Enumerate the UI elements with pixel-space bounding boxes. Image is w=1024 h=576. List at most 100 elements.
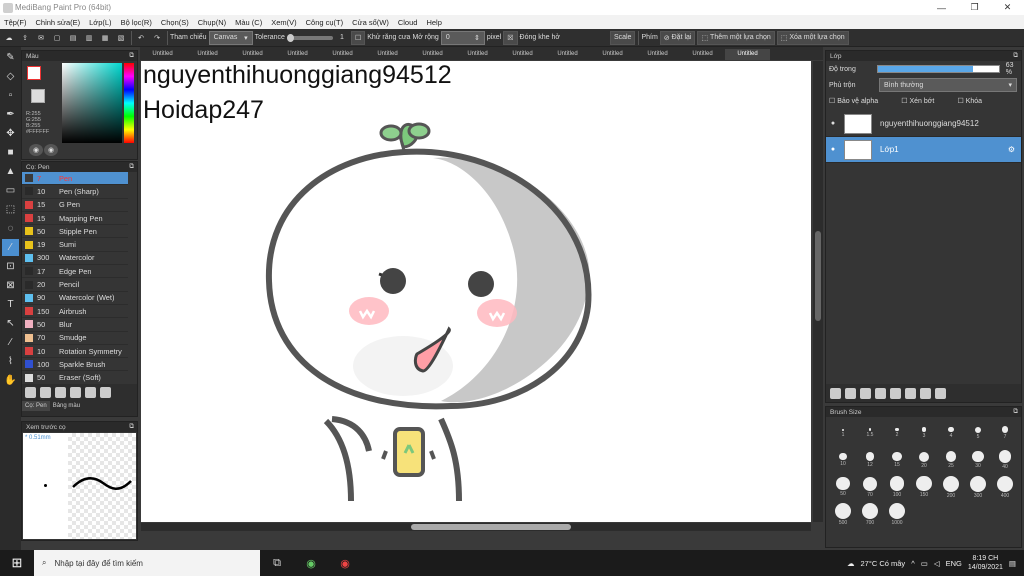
export-icon[interactable]: ▧ xyxy=(114,31,128,45)
brush-item[interactable]: 50 Stipple Pen xyxy=(22,225,128,239)
saturation-value-picker[interactable] xyxy=(62,63,122,143)
brush-size-option[interactable]: 150 xyxy=(911,475,937,499)
alpha-checkbox[interactable]: ☐ xyxy=(829,97,835,105)
brush-tool-icon[interactable]: ✎ xyxy=(2,49,19,66)
foreground-color[interactable] xyxy=(27,66,41,80)
brush-size-option[interactable]: 700 xyxy=(857,502,883,526)
document-tab[interactable]: Untitled xyxy=(185,49,230,60)
brush-size-option[interactable]: 200 xyxy=(938,475,964,499)
magic-wand-tool-icon[interactable]: ⁄ xyxy=(2,239,19,256)
eraser-tool-icon[interactable]: ◇ xyxy=(2,68,19,85)
network-icon[interactable]: ▭ xyxy=(921,559,928,568)
brush-size-option[interactable]: 12 xyxy=(857,448,883,472)
brush-item[interactable]: 19 Sumi xyxy=(22,238,128,252)
redo-icon[interactable]: ↷ xyxy=(150,31,164,45)
brush-size-option[interactable]: 10 xyxy=(830,448,856,472)
taskbar-search[interactable]: ⌕ Nhập tại đây để tìm kiếm xyxy=(34,550,260,576)
brush-size-option[interactable]: 30 xyxy=(965,448,991,472)
brush-size-option[interactable]: 20 xyxy=(911,448,937,472)
brush-item[interactable]: 100 Sparkle Brush xyxy=(22,358,128,372)
select-pen-tool-icon[interactable]: ⊡ xyxy=(2,258,19,275)
merge-down-icon[interactable] xyxy=(905,387,916,399)
drawing-canvas[interactable]: nguyenthihuonggiang94512 Hoidap247 xyxy=(141,61,811,522)
weather-text[interactable]: 27°C Có mây xyxy=(861,559,906,568)
brush-size-option[interactable]: 25 xyxy=(938,448,964,472)
color-picker-icon[interactable]: ◉ xyxy=(29,144,43,156)
brush-size-option[interactable]: 40 xyxy=(992,448,1018,472)
visibility-icon[interactable]: ● xyxy=(826,120,840,127)
new-halftone-layer-icon[interactable] xyxy=(845,387,856,399)
gear-icon[interactable]: ⚙ xyxy=(1008,145,1015,154)
document-tab[interactable]: Untitled xyxy=(320,49,365,60)
brush-item[interactable]: 50 Eraser (Soft) xyxy=(22,371,128,385)
panel-close-icon[interactable]: ⧉ xyxy=(129,163,134,171)
task-view-icon[interactable]: ⧉ xyxy=(260,557,294,570)
select-tool-icon[interactable]: ⬚ xyxy=(2,201,19,218)
menu-help[interactable]: Help xyxy=(426,18,441,27)
add-selection-button[interactable]: ⬚ Thêm một lựa chọn xyxy=(697,30,775,45)
expand-input[interactable]: 0 ⇕ xyxy=(440,30,485,45)
dot-tool-icon[interactable]: ▫ xyxy=(2,87,19,104)
delete-layer-icon[interactable] xyxy=(935,387,946,399)
undo-icon[interactable]: ↶ xyxy=(134,31,148,45)
lock-checkbox[interactable]: ☐ xyxy=(957,97,963,105)
hue-slider[interactable] xyxy=(124,63,134,143)
close-gap-checkbox[interactable]: ☒ xyxy=(503,30,518,45)
maximize-button[interactable]: ❐ xyxy=(958,2,991,13)
menu-window[interactable]: Cửa sổ(W) xyxy=(352,18,389,27)
brush-item[interactable]: 150 Airbrush xyxy=(22,305,128,319)
layer-item[interactable]: ● nguyenthihuonggiang94512 xyxy=(826,111,1021,137)
layer-settings-icon[interactable] xyxy=(920,387,931,399)
menu-layer[interactable]: Lớp(L) xyxy=(89,18,111,27)
select-eraser-tool-icon[interactable]: ⊠ xyxy=(2,277,19,294)
lasso-tool-icon[interactable]: ◌ xyxy=(2,220,19,237)
color-palette-icon[interactable]: ◉ xyxy=(44,144,58,156)
brush-size-option[interactable]: 1.5 xyxy=(857,421,883,445)
text-tool-icon[interactable]: T xyxy=(2,296,19,313)
brush-item[interactable]: 20 Pencil xyxy=(22,278,128,292)
new-layer-icon[interactable] xyxy=(830,387,841,399)
save-as-icon[interactable]: ▦ xyxy=(98,31,112,45)
menu-cloud[interactable]: Cloud xyxy=(398,18,418,27)
shape-tool-icon[interactable]: ■ xyxy=(2,144,19,161)
tab-palette[interactable]: Bảng màu xyxy=(50,401,83,411)
reset-button[interactable]: ⊘ Đặt lại xyxy=(659,30,696,45)
brush-size-option[interactable]: 2 xyxy=(884,421,910,445)
menu-tools[interactable]: Công cụ(T) xyxy=(306,18,344,27)
menu-file[interactable]: Tệp(F) xyxy=(4,18,27,27)
brush-item[interactable]: 17 Edge Pen xyxy=(22,265,128,279)
brush-item[interactable]: 90 Watercolor (Wet) xyxy=(22,292,128,305)
panel-close-icon[interactable]: ⧉ xyxy=(129,423,134,431)
close-button[interactable]: ✕ xyxy=(991,2,1024,13)
layer-folder-icon[interactable] xyxy=(890,387,901,399)
minimize-button[interactable]: — xyxy=(925,3,958,13)
brush-size-option[interactable]: 400 xyxy=(992,475,1018,499)
brush-item[interactable]: 70 Smudge xyxy=(22,332,128,345)
menu-filter[interactable]: Bộ lọc(R) xyxy=(121,18,152,27)
opacity-slider[interactable] xyxy=(876,65,1000,73)
duplicate-layer-icon[interactable] xyxy=(875,387,886,399)
brush-size-option[interactable]: 500 xyxy=(830,502,856,526)
brush-item[interactable]: 10 Pen (Sharp) xyxy=(22,185,128,199)
brush-item[interactable]: 10 Rotation Symmetry xyxy=(22,345,128,359)
document-tab[interactable]: Untitled xyxy=(500,49,545,60)
panel-close-icon[interactable]: ⧉ xyxy=(1013,408,1018,416)
brush-size-option[interactable]: 1 xyxy=(830,421,856,445)
chrome-browser-icon[interactable]: ◉ xyxy=(328,557,362,570)
brush-size-option[interactable]: 1000 xyxy=(884,502,910,526)
brush-item[interactable]: 15 G Pen xyxy=(22,199,128,212)
add-brush-icon[interactable] xyxy=(40,387,51,398)
delete-selection-button[interactable]: ⬚ Xóa một lựa chọn xyxy=(776,30,849,45)
brush-size-option[interactable]: 5 xyxy=(965,421,991,445)
eyedropper-tool-icon[interactable]: ⌇ xyxy=(2,353,19,370)
brush-item[interactable]: 7 Pen xyxy=(22,172,128,186)
fill-tool-icon[interactable]: ▲ xyxy=(2,163,19,180)
document-tab[interactable]: Untitled xyxy=(365,49,410,60)
brush-size-option[interactable]: 15 xyxy=(884,448,910,472)
brush-size-option[interactable]: 3 xyxy=(911,421,937,445)
document-tab[interactable]: Untitled xyxy=(545,49,590,60)
coccoc-browser-icon[interactable]: ◉ xyxy=(294,557,328,570)
tolerance-slider[interactable] xyxy=(286,31,333,45)
menu-snap[interactable]: Chụp(N) xyxy=(198,18,226,27)
new-file-icon[interactable]: ▢ xyxy=(50,31,64,45)
